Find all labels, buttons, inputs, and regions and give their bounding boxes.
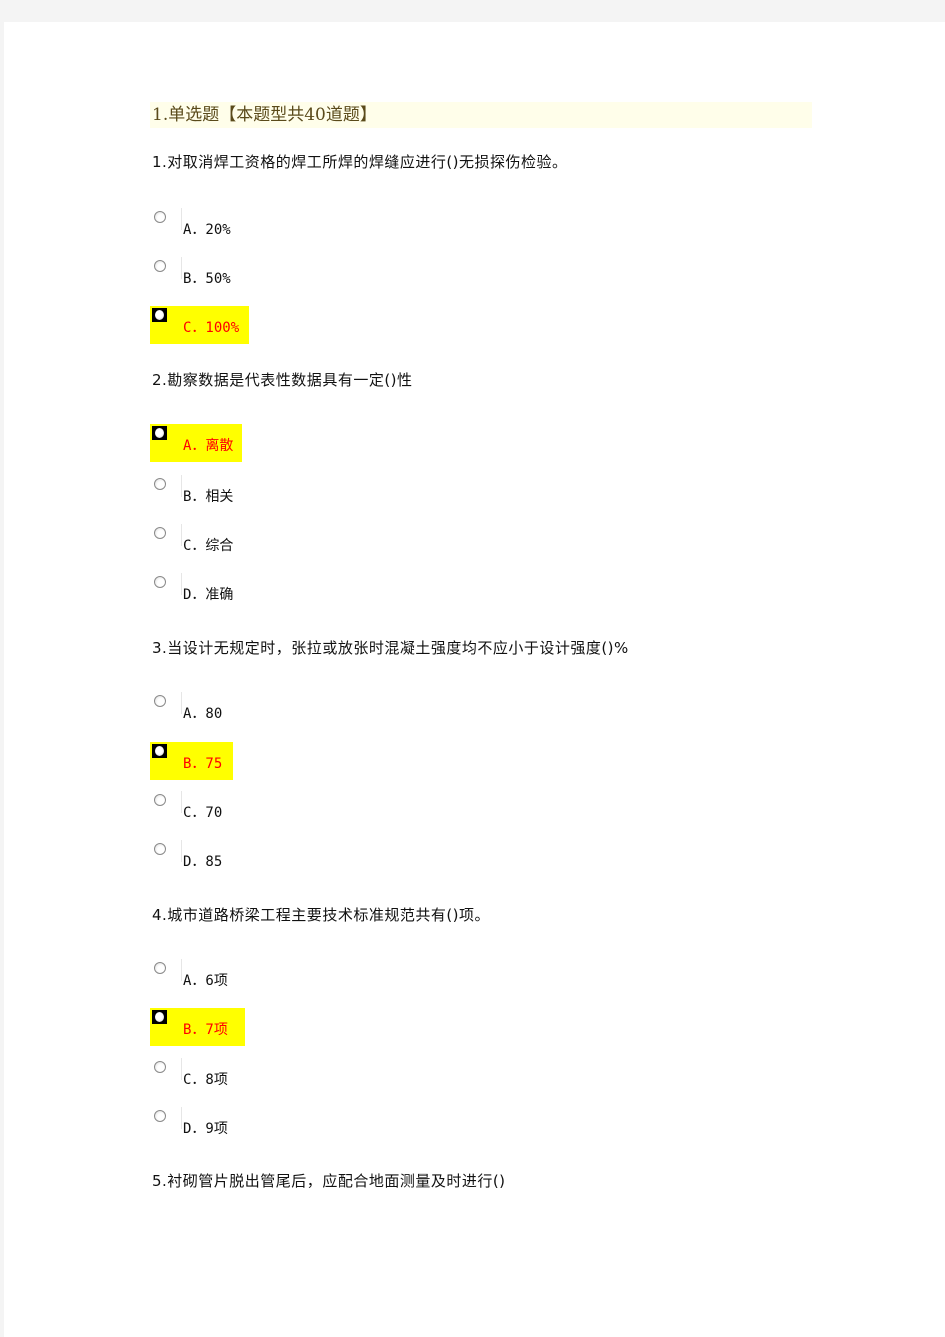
option-label: B．75 bbox=[183, 756, 223, 772]
radio-button-icon[interactable] bbox=[154, 478, 166, 490]
divider bbox=[181, 791, 182, 813]
radio-button-icon[interactable] bbox=[154, 260, 166, 272]
divider bbox=[181, 257, 182, 279]
option-label: C．100% bbox=[183, 320, 240, 336]
option-2b[interactable]: B．相关 bbox=[150, 475, 270, 513]
radio-button-selected-icon[interactable] bbox=[152, 308, 167, 322]
option-3a[interactable]: A．80 bbox=[150, 692, 270, 730]
radio-button-icon[interactable] bbox=[154, 576, 166, 588]
question-text: 4.城市道路桥梁工程主要技术标准规范共有()项。 bbox=[152, 906, 491, 924]
option-label: B．7项 bbox=[183, 1022, 228, 1038]
option-1a[interactable]: A．20% bbox=[150, 208, 270, 246]
divider bbox=[181, 959, 182, 981]
option-label: D．9项 bbox=[183, 1121, 228, 1137]
radio-button-icon[interactable] bbox=[154, 527, 166, 539]
radio-button-icon[interactable] bbox=[154, 1061, 166, 1073]
option-label: B．相关 bbox=[183, 489, 234, 505]
divider bbox=[181, 840, 182, 862]
divider bbox=[181, 1107, 182, 1129]
divider bbox=[181, 475, 182, 497]
question-text: 5.衬砌管片脱出管尾后，应配合地面测量及时进行() bbox=[152, 1172, 506, 1190]
question-text: 2.勘察数据是代表性数据具有一定()性 bbox=[152, 371, 413, 389]
option-label: D．85 bbox=[183, 854, 223, 870]
divider bbox=[181, 524, 182, 546]
option-2d[interactable]: D．准确 bbox=[150, 573, 270, 611]
option-label: B．50% bbox=[183, 271, 231, 287]
option-4b-selected[interactable]: B．7项 bbox=[150, 1008, 245, 1046]
option-3b-selected[interactable]: B．75 bbox=[150, 742, 233, 780]
option-label: A．离散 bbox=[183, 438, 234, 454]
option-1b[interactable]: B．50% bbox=[150, 257, 270, 295]
option-4a[interactable]: A．6项 bbox=[150, 959, 270, 997]
radio-button-icon[interactable] bbox=[154, 843, 166, 855]
option-3d[interactable]: D．85 bbox=[150, 840, 270, 878]
radio-button-icon[interactable] bbox=[154, 211, 166, 223]
divider bbox=[181, 692, 182, 714]
radio-button-selected-icon[interactable] bbox=[152, 744, 167, 758]
divider bbox=[181, 208, 182, 230]
option-label: C．70 bbox=[183, 805, 223, 821]
option-label: D．准确 bbox=[183, 587, 234, 603]
option-label: C．综合 bbox=[183, 538, 234, 554]
option-4d[interactable]: D．9项 bbox=[150, 1107, 270, 1145]
section-heading: 1.单选题【本题型共40道题】 bbox=[150, 102, 812, 128]
question-text: 3.当设计无规定时，张拉或放张时混凝土强度均不应小于设计强度()% bbox=[152, 639, 629, 657]
option-label: C．8项 bbox=[183, 1072, 228, 1088]
option-3c[interactable]: C．70 bbox=[150, 791, 270, 829]
radio-button-selected-icon[interactable] bbox=[152, 1010, 167, 1024]
question-text: 1.对取消焊工资格的焊工所焊的焊缝应进行()无损探伤检验。 bbox=[152, 153, 568, 171]
radio-button-icon[interactable] bbox=[154, 695, 166, 707]
option-label: A．6项 bbox=[183, 973, 228, 989]
option-2c[interactable]: C．综合 bbox=[150, 524, 270, 562]
radio-button-icon[interactable] bbox=[154, 794, 166, 806]
option-4c[interactable]: C．8项 bbox=[150, 1058, 270, 1096]
radio-button-icon[interactable] bbox=[154, 1110, 166, 1122]
document-page: 1.单选题【本题型共40道题】 1.对取消焊工资格的焊工所焊的焊缝应进行()无损… bbox=[4, 22, 945, 1337]
radio-button-selected-icon[interactable] bbox=[152, 426, 167, 440]
option-label: A．20% bbox=[183, 222, 231, 238]
radio-button-icon[interactable] bbox=[154, 962, 166, 974]
option-2a-selected[interactable]: A．离散 bbox=[150, 424, 242, 462]
divider bbox=[181, 1058, 182, 1080]
option-label: A．80 bbox=[183, 706, 223, 722]
divider bbox=[181, 573, 182, 595]
option-1c-selected[interactable]: C．100% bbox=[150, 306, 249, 344]
